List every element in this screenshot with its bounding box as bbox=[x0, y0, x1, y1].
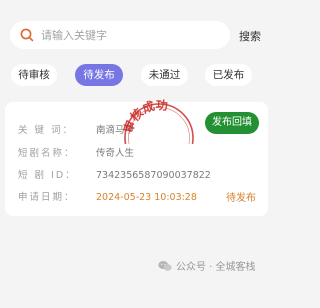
tab-published[interactable]: 已发布 bbox=[205, 64, 252, 86]
record-card: 关 键 词： 南滴马甲 短剧名称： 传奇人生 短 剧 ID： 734235658709… bbox=[5, 102, 268, 216]
drama-id-value: 7342356587090037822 bbox=[96, 170, 211, 181]
tab-pending-review[interactable]: 待审核 bbox=[11, 64, 57, 86]
drama-name-label: 短剧名称： bbox=[18, 148, 76, 159]
search-input[interactable] bbox=[41, 25, 221, 45]
keyword-row: 关 键 词： 南滴马甲 bbox=[18, 122, 134, 136]
apply-date-label: 申请日期： bbox=[18, 192, 76, 203]
publish-backfill-button[interactable]: 发布回填 bbox=[205, 112, 259, 134]
tab-pending-publish[interactable]: 待发布 bbox=[75, 64, 123, 86]
drama-id-row: 短 剧 ID： 7342356587090037822 bbox=[18, 167, 211, 181]
apply-date-row: 申请日期： 2024-05-23 10:03:28 bbox=[18, 189, 197, 203]
drama-name-value: 传奇人生 bbox=[96, 148, 135, 159]
keyword-value: 南滴马甲 bbox=[96, 125, 135, 136]
apply-date-value: 2024-05-23 10:03:28 bbox=[96, 192, 197, 203]
tab-rejected[interactable]: 未通过 bbox=[141, 64, 188, 86]
drama-name-row: 短剧名称： 传奇人生 bbox=[18, 145, 134, 159]
search-button[interactable]: 搜索 bbox=[239, 28, 261, 44]
search-icon bbox=[19, 27, 35, 43]
search-box[interactable] bbox=[10, 21, 230, 49]
watermark: 公众号 · 全城客栈 bbox=[158, 258, 256, 273]
keyword-label: 关 键 词： bbox=[18, 125, 75, 136]
status-badge: 待发布 bbox=[226, 193, 256, 204]
wechat-icon bbox=[158, 260, 172, 271]
drama-id-label: 短 剧 ID： bbox=[18, 170, 77, 181]
watermark-text: 公众号 · 全城客栈 bbox=[176, 262, 256, 273]
